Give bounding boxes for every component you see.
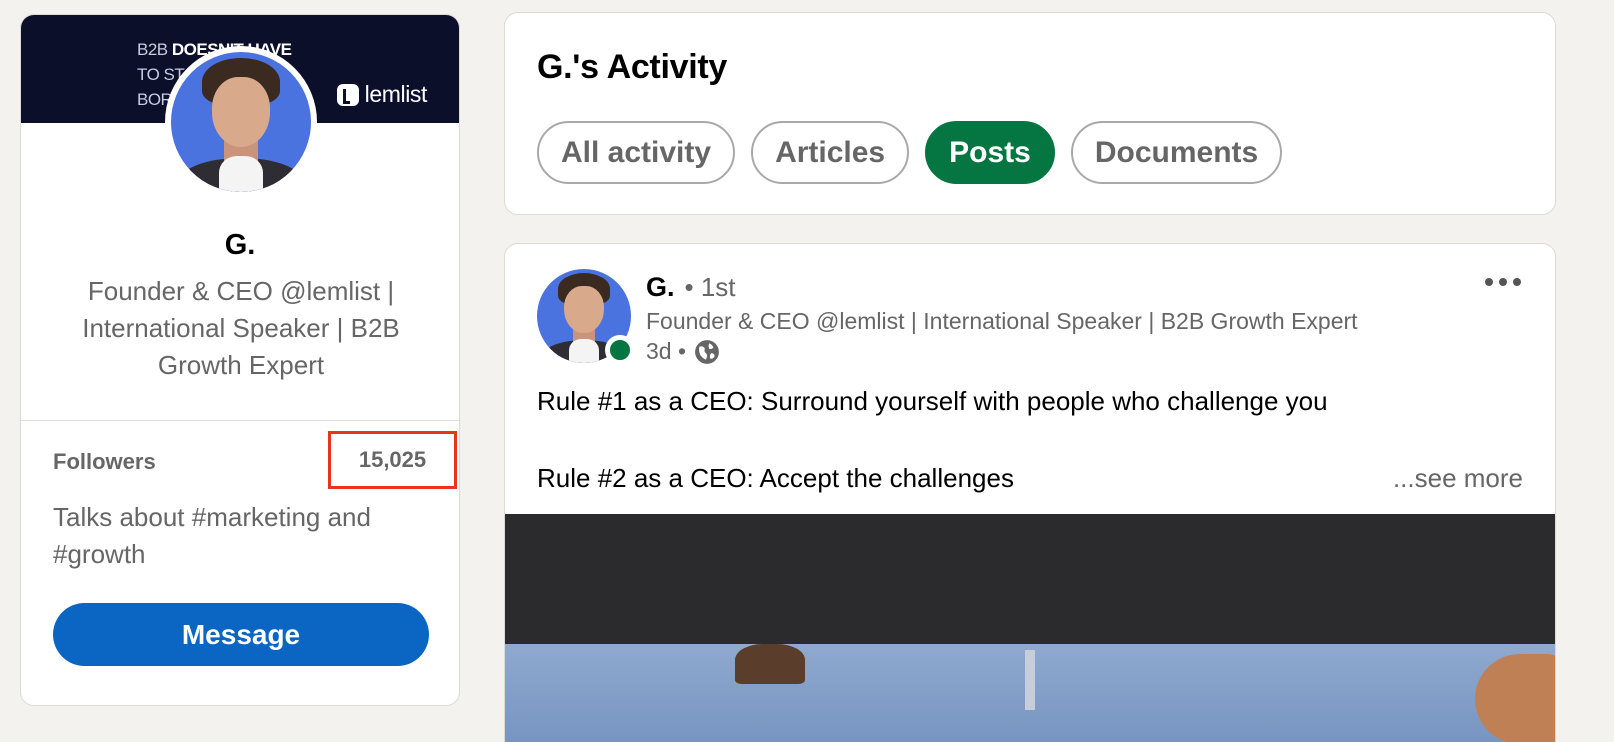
profile-name[interactable]: G. <box>21 229 459 262</box>
post-media-image[interactable] <box>505 514 1555 742</box>
banner-brand-logo: lemlist <box>336 81 428 108</box>
divider <box>21 420 459 421</box>
lemlist-logo-icon <box>336 83 359 106</box>
post-author-line: G. • 1st <box>646 272 736 303</box>
post-text-line-1: Rule #1 as a CEO: Surround yourself with… <box>537 386 1328 416</box>
online-status-icon <box>605 335 635 365</box>
filter-documents[interactable]: Documents <box>1070 121 1283 184</box>
activity-title: G.'s Activity <box>537 48 727 86</box>
followers-label: Followers <box>53 449 156 474</box>
activity-card: G.'s Activity All activity Articles Post… <box>504 12 1556 215</box>
globe-icon <box>695 339 719 364</box>
post-meta: 3d • <box>646 338 720 365</box>
activity-filter-tabs: All activity Articles Posts Documents <box>537 121 1283 184</box>
followers-count: 15,025 <box>328 431 457 489</box>
message-button[interactable]: Message <box>53 603 429 666</box>
more-options-icon[interactable] <box>1485 278 1521 286</box>
profile-card: B2B DOESN'T HAVETO STAY BORING lemlist G… <box>20 14 460 706</box>
filter-posts[interactable]: Posts <box>925 121 1055 184</box>
see-more-link[interactable]: ...see more <box>1393 462 1523 494</box>
post-card: G. • 1st Founder & CEO @lemlist | Intern… <box>504 243 1556 742</box>
post-author-avatar[interactable] <box>537 269 635 365</box>
profile-photo <box>171 52 311 192</box>
banner-brand-text: lemlist <box>364 81 428 107</box>
filter-all-activity[interactable]: All activity <box>537 121 736 184</box>
connection-degree: • 1st <box>684 272 736 302</box>
post-text-line-2: Rule #2 as a CEO: Accept the challenges <box>537 463 1014 493</box>
post-time: 3d • <box>646 338 687 364</box>
post-author-name[interactable]: G. <box>646 272 675 303</box>
talks-about-text: Talks about #marketing and #growth <box>53 502 371 569</box>
profile-avatar[interactable] <box>165 46 317 198</box>
post-author-headline: Founder & CEO @lemlist | International S… <box>646 308 1358 334</box>
profile-headline: Founder & CEO @lemlist | International S… <box>82 276 400 380</box>
filter-articles[interactable]: Articles <box>751 121 910 184</box>
